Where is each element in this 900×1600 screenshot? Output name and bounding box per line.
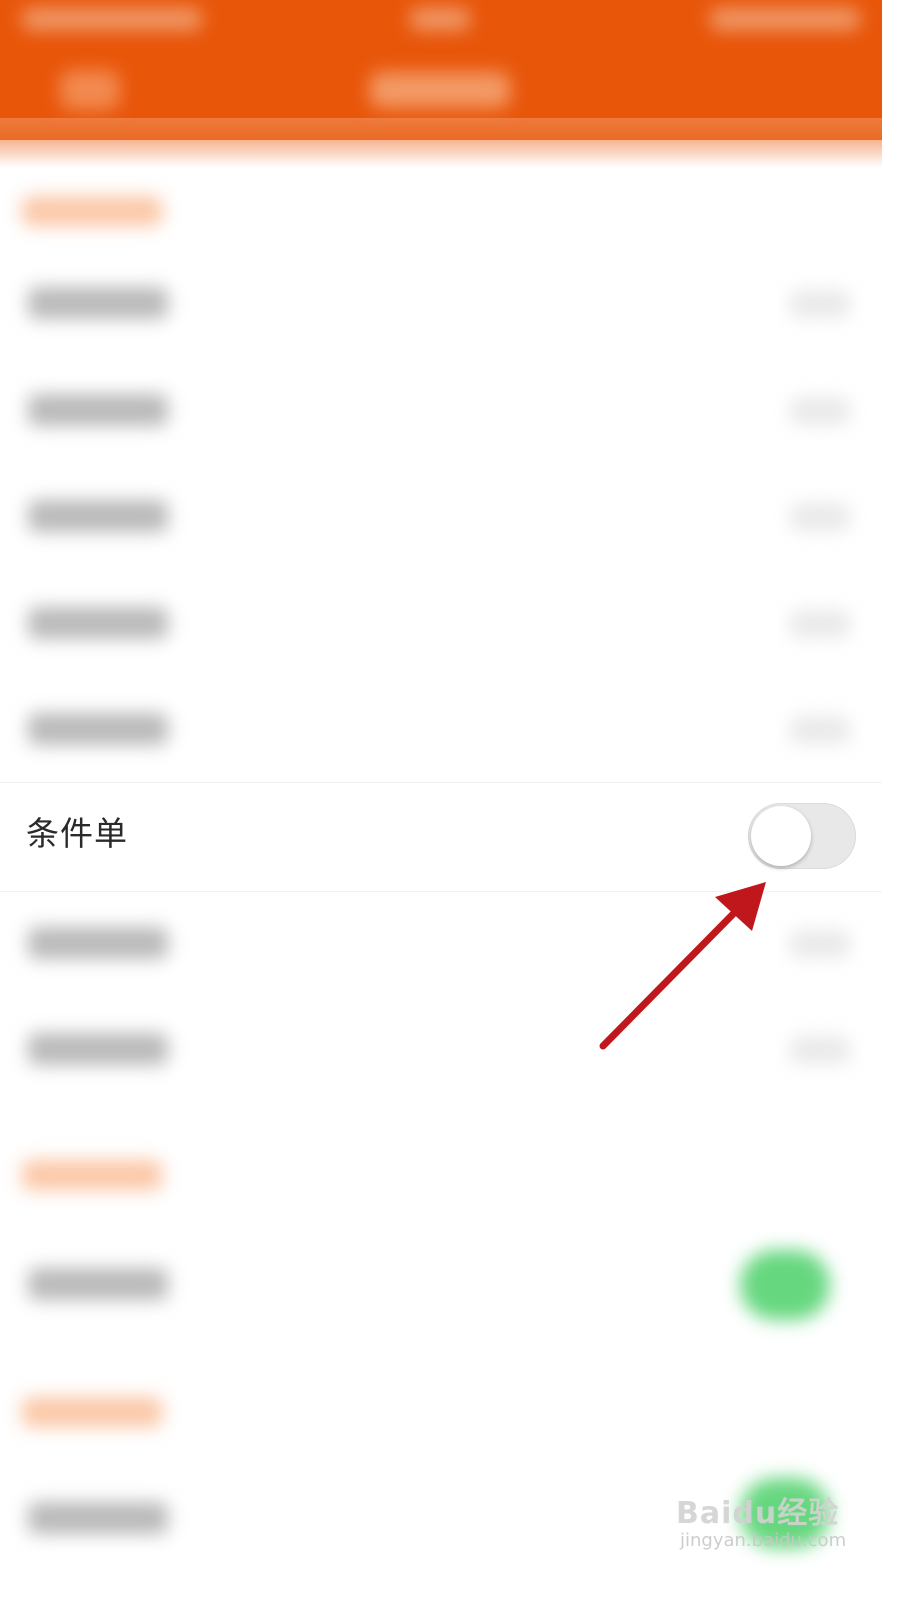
section-header xyxy=(22,196,162,226)
setting-row-value[interactable] xyxy=(790,930,850,958)
condition-order-label: 条件单 xyxy=(26,814,128,853)
section-header xyxy=(22,1160,162,1190)
header-fade xyxy=(0,118,882,168)
setting-row-value[interactable] xyxy=(790,610,850,638)
toggle-knob xyxy=(751,806,811,866)
watermark-url: jingyan.baidu.com xyxy=(680,1530,847,1551)
status-bar-time xyxy=(410,8,470,30)
setting-row-label[interactable] xyxy=(28,1268,168,1300)
section-header xyxy=(22,1397,162,1427)
setting-row-value[interactable] xyxy=(790,503,850,531)
setting-row-label[interactable] xyxy=(28,500,168,532)
setting-row-value[interactable] xyxy=(790,290,850,318)
setting-row-label[interactable] xyxy=(28,394,168,426)
setting-row-label[interactable] xyxy=(28,713,168,745)
setting-row-label[interactable] xyxy=(28,287,168,319)
status-bar-left xyxy=(22,8,202,30)
baidu-watermark: Baidu经验 jingyan.baidu.com xyxy=(676,1488,876,1558)
back-icon[interactable] xyxy=(60,70,120,110)
setting-row-value[interactable] xyxy=(790,1036,850,1064)
setting-row-value[interactable] xyxy=(790,397,850,425)
setting-row-label[interactable] xyxy=(28,1502,168,1534)
setting-row-label[interactable] xyxy=(28,927,168,959)
setting-row-label[interactable] xyxy=(28,607,168,639)
setting-row-value[interactable] xyxy=(790,716,850,744)
watermark-brand: Baidu经验 xyxy=(676,1496,840,1531)
toggle-switch-on[interactable] xyxy=(740,1250,830,1320)
page-title xyxy=(370,72,510,108)
setting-row-label[interactable] xyxy=(28,1033,168,1065)
status-bar-right xyxy=(710,8,860,30)
condition-order-toggle[interactable] xyxy=(748,803,856,869)
